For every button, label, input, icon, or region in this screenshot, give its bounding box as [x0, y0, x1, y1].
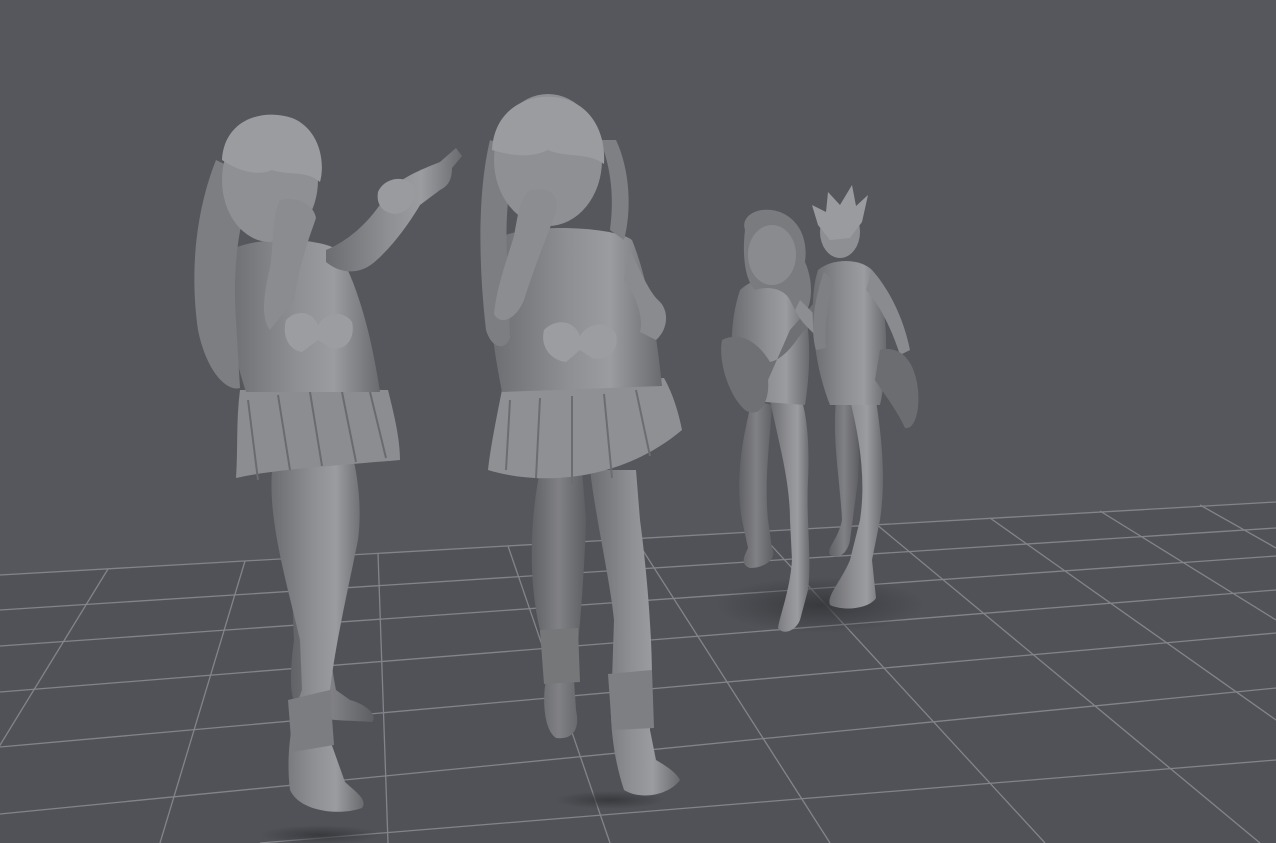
model-shadow — [715, 577, 925, 633]
viewport-canvas[interactable] — [0, 0, 1276, 843]
3d-viewport[interactable] — [0, 0, 1276, 843]
